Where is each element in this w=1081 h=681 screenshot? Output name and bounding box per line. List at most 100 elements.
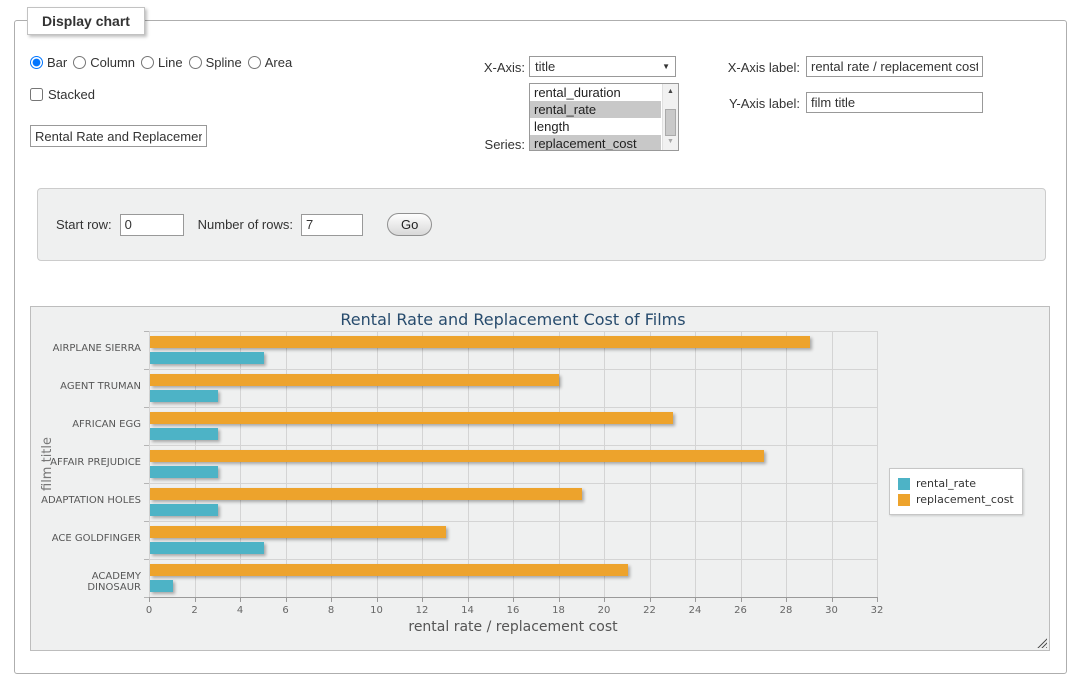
gridline: [513, 331, 514, 597]
series-select-label: Series:: [468, 137, 525, 152]
bar-rental_rate: [150, 466, 218, 478]
chart-type-radio-label: Area: [265, 55, 292, 70]
gridline: [286, 331, 287, 597]
chart-type-radio-column[interactable]: [73, 56, 86, 69]
legend-item-replacement_cost[interactable]: replacement_cost: [898, 493, 1014, 506]
x-axis-tick-label: 24: [680, 605, 710, 616]
gridline: [786, 331, 787, 597]
scrollbar-thumb[interactable]: [665, 109, 676, 136]
gridline: [695, 331, 696, 597]
category-separator: [149, 369, 877, 370]
gridline: [195, 331, 196, 597]
num-rows-input[interactable]: [301, 214, 363, 236]
gridline: [650, 331, 651, 597]
x-axis-tick: [604, 598, 605, 602]
num-rows-label: Number of rows:: [198, 217, 293, 232]
chart-type-radio-label: Column: [90, 55, 135, 70]
x-axis-tick: [422, 598, 423, 602]
chart-title-input[interactable]: [30, 125, 207, 147]
series-scrollbar[interactable]: ▲ ▼: [662, 84, 678, 150]
chart-type-radio-label: Bar: [47, 55, 67, 70]
category-separator: [149, 407, 877, 408]
bar-rental_rate: [150, 504, 218, 516]
y-axis-tick: [144, 559, 149, 560]
y-axis-tick: [144, 369, 149, 370]
chart-type-radio-label: Line: [158, 55, 183, 70]
x-axis-tick: [240, 598, 241, 602]
x-axis-tick-label: 2: [180, 605, 210, 616]
bar-rental_rate: [150, 390, 218, 402]
bar-replacement_cost: [150, 450, 764, 462]
series-option-rental_duration[interactable]: rental_duration: [530, 84, 661, 101]
gridline: [741, 331, 742, 597]
legend-item-rental_rate[interactable]: rental_rate: [898, 477, 1014, 490]
bar-replacement_cost: [150, 412, 673, 424]
row-range-panel: Start row: Number of rows: Go: [37, 188, 1046, 261]
x-axis-tick: [513, 598, 514, 602]
series-option-rental_rate[interactable]: rental_rate: [530, 101, 661, 118]
x-axis-tick: [286, 598, 287, 602]
plot-area: 02468101214161820222426283032AIRPLANE SI…: [149, 331, 877, 597]
y-axis-tick: [144, 597, 149, 598]
x-axis-tick-label: 12: [407, 605, 437, 616]
x-axis-tick-label: 22: [635, 605, 665, 616]
gridline: [331, 331, 332, 597]
x-axis-title: rental rate / replacement cost: [149, 619, 877, 635]
fieldset-legend: Display chart: [27, 7, 145, 35]
gridline: [832, 331, 833, 597]
series-multiselect[interactable]: rental_durationrental_ratelengthreplacem…: [529, 83, 679, 151]
series-option-replacement_cost[interactable]: replacement_cost: [530, 135, 661, 150]
category-separator: [149, 483, 877, 484]
x-axis-label-input[interactable]: [806, 56, 983, 77]
x-axis-tick: [149, 598, 150, 602]
bar-replacement_cost: [150, 374, 559, 386]
x-axis-tick-label: 16: [498, 605, 528, 616]
x-axis-tick: [741, 598, 742, 602]
x-axis-tick-label: 30: [817, 605, 847, 616]
y-axis-label-input[interactable]: [806, 92, 983, 113]
scroll-up-icon[interactable]: ▲: [663, 85, 678, 99]
x-axis-tick-label: 0: [134, 605, 164, 616]
x-axis-tick-label: 4: [225, 605, 255, 616]
y-axis-tick: [144, 483, 149, 484]
chart-type-radio-area[interactable]: [248, 56, 261, 69]
y-axis-tick: [144, 521, 149, 522]
gridline: [377, 331, 378, 597]
start-row-input[interactable]: [120, 214, 184, 236]
x-axis-tick-label: 10: [362, 605, 392, 616]
x-axis-tick: [468, 598, 469, 602]
chart-type-radio-bar[interactable]: [30, 56, 43, 69]
y-axis-label-label: Y-Axis label:: [718, 96, 800, 111]
x-axis-tick-label: 20: [589, 605, 619, 616]
x-axis-tick: [331, 598, 332, 602]
x-axis-tick: [559, 598, 560, 602]
x-axis-select[interactable]: title ▼: [529, 56, 676, 77]
chart-legend: rental_rate replacement_cost: [889, 468, 1023, 515]
gridline: [468, 331, 469, 597]
stacked-checkbox[interactable]: [30, 88, 43, 101]
legend-label: replacement_cost: [916, 493, 1014, 506]
category-separator: [149, 521, 877, 522]
x-axis-tick: [832, 598, 833, 602]
series-options: rental_durationrental_ratelengthreplacem…: [530, 84, 661, 150]
chart-type-radio-line[interactable]: [141, 56, 154, 69]
category-separator: [149, 331, 877, 332]
go-button[interactable]: Go: [387, 213, 432, 236]
bar-rental_rate: [150, 580, 173, 592]
x-axis-tick: [195, 598, 196, 602]
y-axis-tick: [144, 445, 149, 446]
x-axis-tick: [695, 598, 696, 602]
chart-type-radio-spline[interactable]: [189, 56, 202, 69]
x-axis-tick-label: 26: [726, 605, 756, 616]
row-range-controls: Start row: Number of rows: Go: [56, 189, 432, 260]
x-axis-tick-label: 14: [453, 605, 483, 616]
x-axis-tick: [786, 598, 787, 602]
gridline: [559, 331, 560, 597]
series-option-length[interactable]: length: [530, 118, 661, 135]
x-axis-tick: [650, 598, 651, 602]
resize-handle-icon[interactable]: [1037, 638, 1047, 648]
start-row-label: Start row:: [56, 217, 112, 232]
chart-type-radio-group: BarColumnLineSplineArea: [30, 55, 292, 70]
scroll-down-icon[interactable]: ▼: [663, 135, 678, 149]
chart-container: Rental Rate and Replacement Cost of Film…: [30, 306, 1050, 651]
